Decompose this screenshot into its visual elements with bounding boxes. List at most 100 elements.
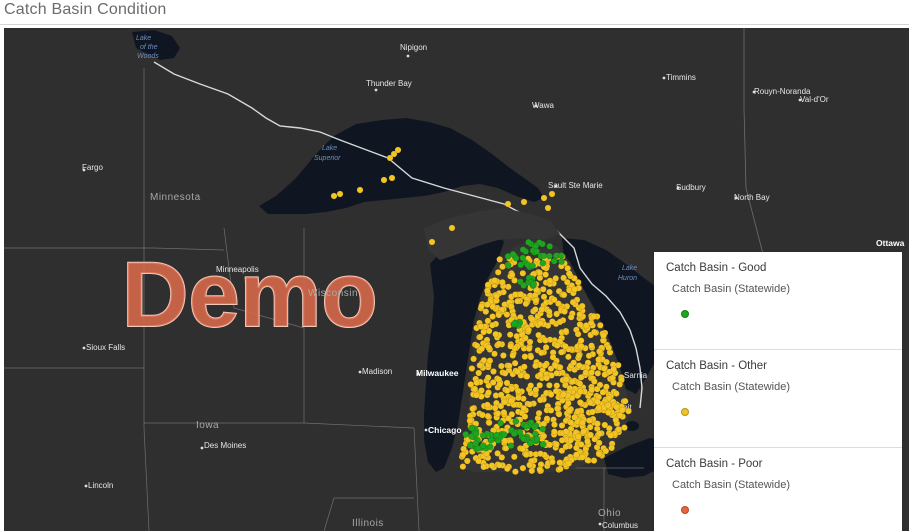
- catch-basin-point[interactable]: [546, 381, 553, 389]
- catch-basin-point[interactable]: [476, 333, 484, 341]
- catch-basin-point[interactable]: [573, 444, 580, 452]
- catch-basin-point[interactable]: [540, 252, 548, 260]
- catch-basin-point[interactable]: [535, 409, 543, 417]
- catch-basin-point[interactable]: [560, 391, 568, 398]
- catch-basin-point[interactable]: [555, 410, 563, 418]
- catch-basin-point[interactable]: [542, 337, 549, 344]
- catch-basin-point[interactable]: [494, 450, 501, 457]
- catch-basin-point[interactable]: [460, 445, 467, 453]
- catch-basin-point[interactable]: [621, 397, 629, 405]
- catch-basin-point[interactable]: [590, 457, 598, 464]
- catch-basin-point[interactable]: [459, 451, 467, 459]
- catch-basin-point[interactable]: [330, 192, 338, 200]
- catch-basin-point[interactable]: [479, 411, 486, 419]
- catch-basin-point[interactable]: [479, 432, 487, 439]
- catch-basin-point[interactable]: [532, 306, 539, 313]
- catch-basin-point[interactable]: [504, 200, 512, 208]
- catch-basin-point[interactable]: [489, 303, 497, 311]
- catch-basin-point[interactable]: [463, 457, 471, 465]
- catch-basin-point[interactable]: [514, 368, 521, 375]
- catch-basin-point[interactable]: [380, 176, 388, 184]
- catch-basin-point[interactable]: [477, 323, 485, 330]
- catch-basin-point[interactable]: [515, 394, 522, 402]
- catch-basin-point[interactable]: [538, 349, 545, 357]
- catch-basin-point[interactable]: [607, 432, 615, 439]
- catch-basin-point[interactable]: [521, 353, 529, 360]
- catch-basin-point[interactable]: [514, 297, 521, 305]
- catch-basin-point[interactable]: [616, 411, 624, 419]
- catch-basin-point[interactable]: [578, 453, 586, 461]
- catch-basin-point[interactable]: [613, 390, 620, 397]
- catch-basin-point[interactable]: [491, 350, 498, 358]
- catch-basin-point[interactable]: [494, 410, 502, 417]
- catch-basin-point[interactable]: [491, 277, 499, 284]
- catch-basin-point[interactable]: [537, 450, 544, 458]
- catch-basin-point[interactable]: [482, 308, 490, 315]
- catch-basin-point[interactable]: [558, 348, 565, 356]
- catch-basin-point[interactable]: [478, 387, 485, 394]
- catch-basin-point[interactable]: [526, 461, 533, 469]
- catch-basin-point[interactable]: [596, 430, 603, 437]
- catch-basin-point[interactable]: [558, 258, 565, 265]
- catch-basin-point[interactable]: [530, 280, 537, 288]
- catch-basin-point[interactable]: [517, 291, 525, 298]
- catch-basin-point[interactable]: [608, 444, 615, 452]
- catch-basin-point[interactable]: [556, 459, 564, 466]
- catch-basin-point[interactable]: [493, 292, 500, 300]
- catch-basin-point[interactable]: [602, 447, 610, 455]
- catch-basin-point[interactable]: [571, 414, 578, 421]
- catch-basin-point[interactable]: [484, 374, 492, 381]
- catch-basin-point[interactable]: [548, 190, 556, 198]
- catch-basin-point[interactable]: [473, 391, 480, 399]
- catch-basin-point[interactable]: [613, 403, 620, 411]
- catch-basin-point[interactable]: [521, 413, 529, 420]
- catch-basin-point[interactable]: [576, 380, 584, 387]
- catch-basin-point[interactable]: [543, 415, 551, 423]
- catch-basin-point[interactable]: [539, 259, 547, 267]
- catch-basin-point[interactable]: [556, 318, 564, 326]
- catch-basin-point[interactable]: [507, 442, 515, 450]
- catch-basin-point[interactable]: [394, 146, 402, 154]
- catch-basin-point[interactable]: [562, 443, 570, 451]
- catch-basin-point[interactable]: [490, 368, 497, 375]
- catch-basin-point[interactable]: [533, 435, 541, 443]
- catch-basin-point[interactable]: [604, 401, 612, 409]
- catch-basin-point[interactable]: [428, 238, 436, 246]
- catch-basin-point[interactable]: [550, 257, 558, 265]
- catch-basin-point[interactable]: [537, 396, 544, 404]
- catch-basin-point[interactable]: [600, 332, 607, 339]
- catch-basin-point[interactable]: [539, 425, 547, 433]
- catch-basin-point[interactable]: [588, 369, 595, 376]
- catch-basin-point[interactable]: [546, 277, 554, 284]
- catch-basin-point[interactable]: [579, 419, 586, 427]
- catch-basin-point[interactable]: [514, 387, 522, 395]
- catch-basin-point[interactable]: [538, 306, 546, 313]
- catch-basin-point[interactable]: [577, 342, 585, 350]
- catch-basin-point[interactable]: [498, 362, 505, 370]
- catch-basin-point[interactable]: [511, 277, 518, 284]
- catch-basin-point[interactable]: [621, 424, 628, 431]
- catch-basin-point[interactable]: [336, 190, 344, 198]
- catch-basin-point[interactable]: [484, 401, 491, 409]
- catch-basin-point[interactable]: [539, 285, 547, 293]
- catch-basin-point[interactable]: [603, 383, 610, 391]
- catch-basin-point[interactable]: [578, 302, 586, 310]
- catch-basin-point[interactable]: [595, 439, 603, 447]
- catch-basin-point[interactable]: [533, 248, 541, 255]
- catch-basin-point[interactable]: [544, 204, 552, 212]
- catch-basin-point[interactable]: [500, 431, 508, 438]
- catch-basin-point[interactable]: [575, 352, 583, 360]
- catch-basin-point[interactable]: [521, 363, 528, 371]
- catch-basin-point[interactable]: [577, 373, 585, 381]
- catch-basin-point[interactable]: [512, 468, 519, 476]
- catch-basin-point[interactable]: [479, 442, 487, 449]
- catch-basin-point[interactable]: [569, 378, 577, 386]
- catch-basin-point[interactable]: [503, 387, 511, 395]
- catch-basin-point[interactable]: [472, 430, 480, 438]
- catch-basin-point[interactable]: [576, 311, 584, 318]
- catch-basin-point[interactable]: [507, 397, 515, 405]
- catch-basin-point[interactable]: [549, 318, 556, 325]
- catch-basin-point[interactable]: [565, 399, 572, 407]
- catch-basin-point[interactable]: [527, 439, 534, 447]
- catch-basin-point[interactable]: [487, 436, 495, 444]
